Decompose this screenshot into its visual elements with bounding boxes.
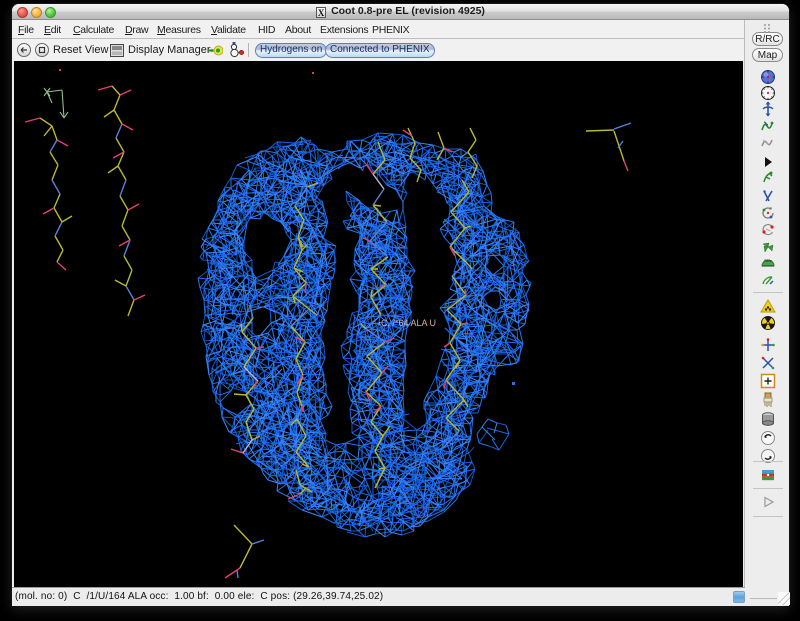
svg-text:‹C, /*64 ALA U: ‹C, /*64 ALA U xyxy=(378,318,436,328)
svg-text:Side: Side xyxy=(764,258,773,263)
